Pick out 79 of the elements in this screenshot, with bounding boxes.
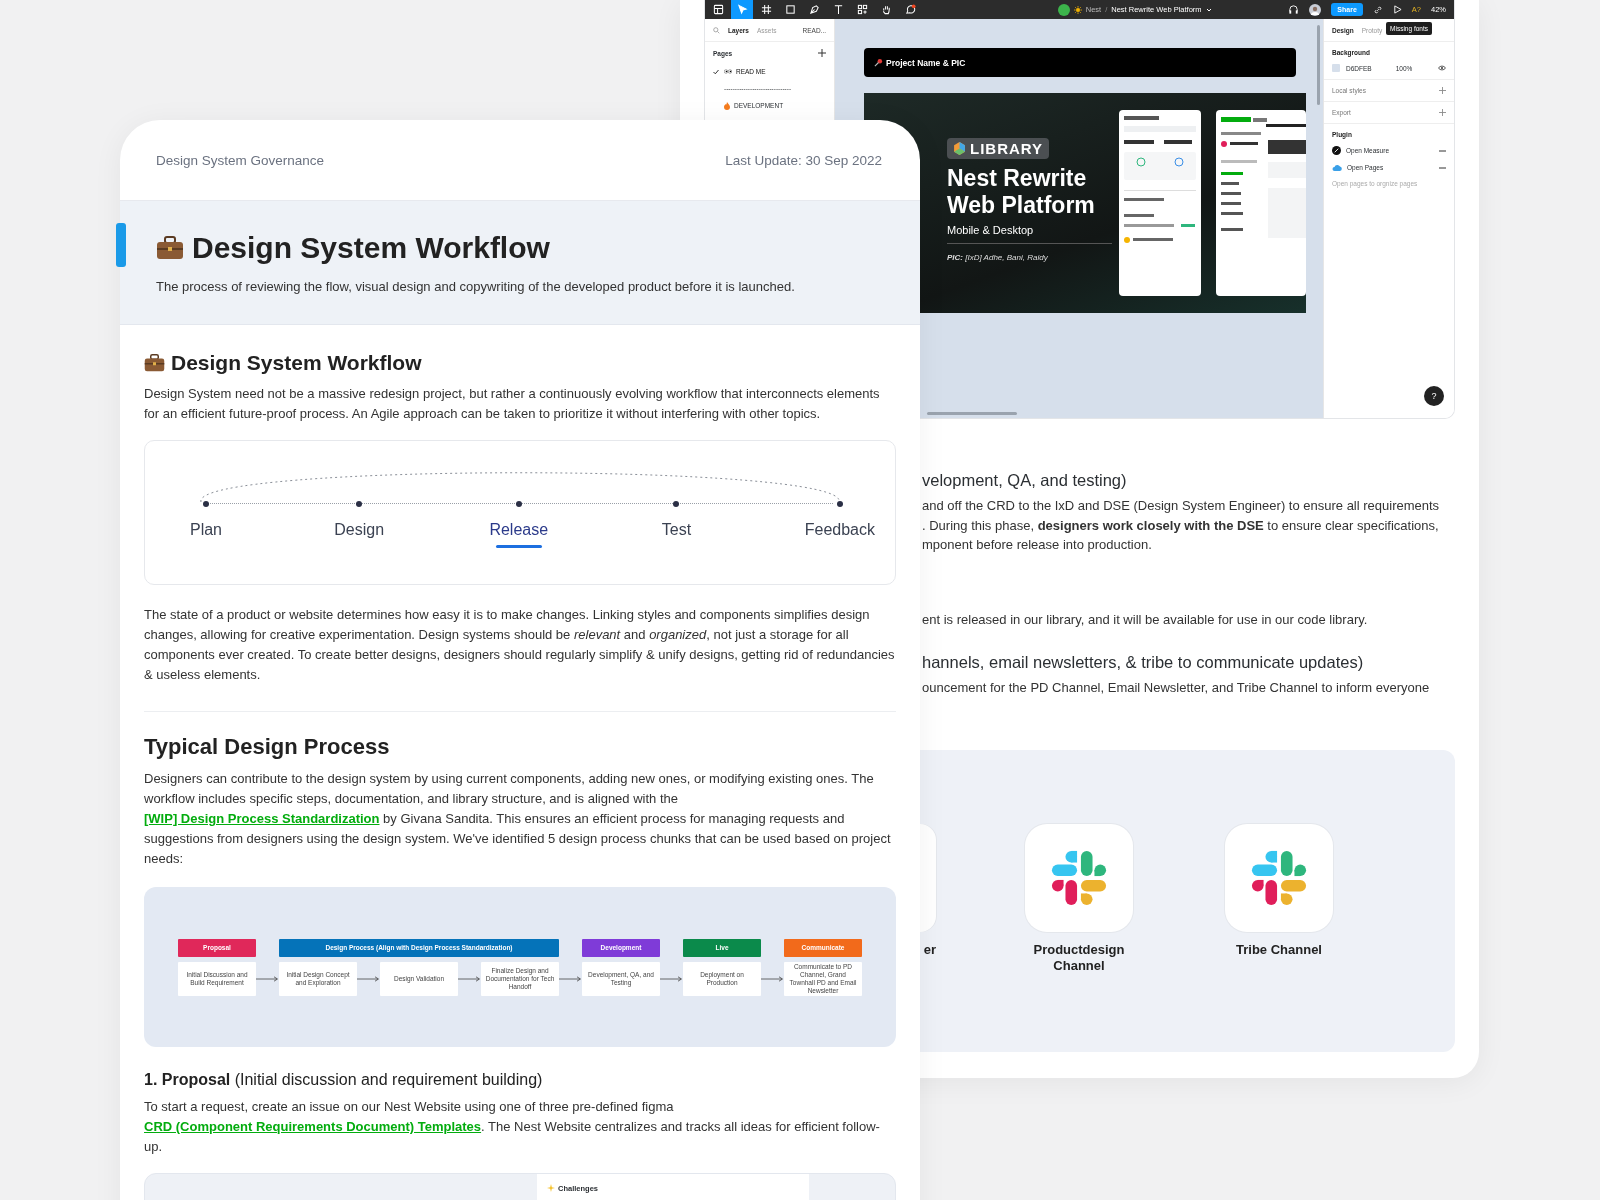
cover-credits: PIC: [IxD] Adhe, Bani, Raidy xyxy=(947,253,1048,262)
channel-label: Tribe Channel xyxy=(1236,942,1322,958)
plus-icon[interactable] xyxy=(1439,109,1446,116)
minus-icon[interactable] xyxy=(1439,149,1446,152)
channel-tile[interactable] xyxy=(1025,824,1133,932)
eyes-icon xyxy=(724,69,732,74)
checkmark-icon xyxy=(713,68,719,75)
paragraph: Design System need not be a massive redesign project, but rather a continuously evolving workflow that interconnects elements for an efficient future-proof process. An Agile approach can be taken to prioritize it without interfering with other topics. xyxy=(144,385,881,423)
briefcase-icon xyxy=(156,236,184,260)
library-badge: LIBRARY xyxy=(947,138,1050,159)
page-subtitle: The process of reviewing the flow, visual design and copywriting of the developed product before it is launched. xyxy=(156,279,796,294)
channel-tile[interactable] xyxy=(920,824,936,932)
cycle-step[interactable]: Release xyxy=(489,501,549,548)
cycle-step[interactable]: Design xyxy=(334,501,385,548)
headphones-icon[interactable] xyxy=(1288,4,1300,15)
play-icon[interactable] xyxy=(1392,5,1402,14)
paragraph-line: and off the CRD to the IxD and DSE (Design System Engineer) to ensure all requirements xyxy=(922,497,1441,515)
breadcrumb[interactable]: Design System Governance xyxy=(156,152,325,168)
cover-subtitle: Mobile & Desktop xyxy=(947,224,1034,236)
paragraph-line: mponent before release into production. xyxy=(922,536,1153,554)
team-avatar-icon xyxy=(1057,3,1070,16)
arrow xyxy=(457,975,481,982)
user-avatar-icon[interactable] xyxy=(1309,3,1322,16)
hash-logo-icon xyxy=(1250,849,1308,907)
arrow xyxy=(558,975,582,982)
cycle-step[interactable]: Feedback xyxy=(804,501,875,548)
minus-icon[interactable] xyxy=(1439,166,1446,169)
paragraph-line: ouncement for the PD Channel, Email Newsletter, and Tribe Channel to inform everyone xyxy=(922,679,1431,697)
arrow xyxy=(356,975,380,982)
help-button[interactable]: ? xyxy=(1424,386,1444,406)
cloud-icon xyxy=(1332,163,1342,172)
sparkle-icon xyxy=(547,1184,555,1192)
letter-t-icon xyxy=(832,4,844,15)
paragraph: To start a request, create an issue on our Nest Website using one of three pre-defined figma CRD (Component Requirements Document) Templates. The Nest Website centralizes and tracks all ideas for efficient follow-up. xyxy=(144,1098,881,1156)
cycle-step[interactable]: Plan xyxy=(183,501,229,548)
eye-icon[interactable] xyxy=(1438,65,1446,71)
paragraph: Designers can contribute to the design system by using current components, adding new ones, or modifying existing ones. The workflow includes specific steps, documentation, and library structure, and is aligned with the [WIP] Design Process Standardization by Givana Sandita. This ensures an efficient process for managing requests and suggestions from designers using the design system. We've identified 5 design process chunks that can be used based on project needs: xyxy=(144,770,892,868)
link-icon[interactable] xyxy=(1372,4,1383,15)
paragraph-line: ent is released in our library, and it will be available for use in our code library. xyxy=(922,610,1369,629)
paragraph: The state of a product or website determines how easy it is to make changes. Linking styles and components simplifies design changes, allowing for creative experimentation. Design systems should be relevant and organized, not just a storage for all components ever created. To create better designs, designers should regularly simplify & unify designs, getting rid of redundancies & useless elements. xyxy=(144,606,896,684)
arrow xyxy=(659,975,683,982)
arrow xyxy=(760,975,784,982)
subsection-title: 1. Proposal (Initial discussion and requirement building) xyxy=(144,1071,544,1089)
pin-icon xyxy=(874,58,883,67)
caret-icon[interactable] xyxy=(1205,6,1212,13)
hash-logo-icon xyxy=(1050,849,1108,907)
section-heading: hannels, email newsletters, & tribe to communicate updates) xyxy=(922,653,1365,672)
hash-icon xyxy=(760,4,772,15)
pen-icon xyxy=(808,4,820,15)
flame-icon xyxy=(724,101,730,110)
components-icon xyxy=(856,4,868,15)
paragraph-line: . During this phase, designers work closely with the DSE to ensure clear specifications, xyxy=(922,516,1440,535)
speech-bubble-icon xyxy=(904,4,916,15)
channel-tile[interactable] xyxy=(1225,824,1333,932)
page-title: Design System Workflow xyxy=(192,231,550,265)
accent-bar xyxy=(116,223,126,267)
section-heading: velopment, QA, and testing) xyxy=(922,471,1128,490)
banner-title: Project Name & PIC xyxy=(886,57,966,68)
sun-icon xyxy=(1073,5,1082,14)
ruler-icon xyxy=(1332,146,1341,155)
section-title: Design System Workflow xyxy=(171,351,422,375)
color-swatch[interactable] xyxy=(1332,64,1340,72)
hand-icon xyxy=(880,4,892,15)
channel-label: er xyxy=(923,942,936,958)
cover-title: Nest Rewrite Web Platform xyxy=(947,165,1096,219)
hexagon-logo-icon xyxy=(953,142,966,155)
scrollbar[interactable] xyxy=(927,412,1017,415)
section-title: Typical Design Process xyxy=(144,734,390,760)
arrow xyxy=(255,975,279,982)
last-update-text: Last Update: 30 Sep 2022 xyxy=(725,152,882,168)
square-icon xyxy=(784,4,796,15)
briefcase-icon xyxy=(144,354,165,372)
cursor-icon xyxy=(736,4,748,15)
channel-label: Productdesign Channel xyxy=(1032,942,1126,974)
scrollbar[interactable] xyxy=(1317,25,1320,105)
cycle-step[interactable]: Test xyxy=(653,501,700,548)
plus-icon[interactable] xyxy=(1439,87,1446,94)
plus-icon[interactable] xyxy=(818,49,826,57)
grid-icon xyxy=(712,4,724,15)
